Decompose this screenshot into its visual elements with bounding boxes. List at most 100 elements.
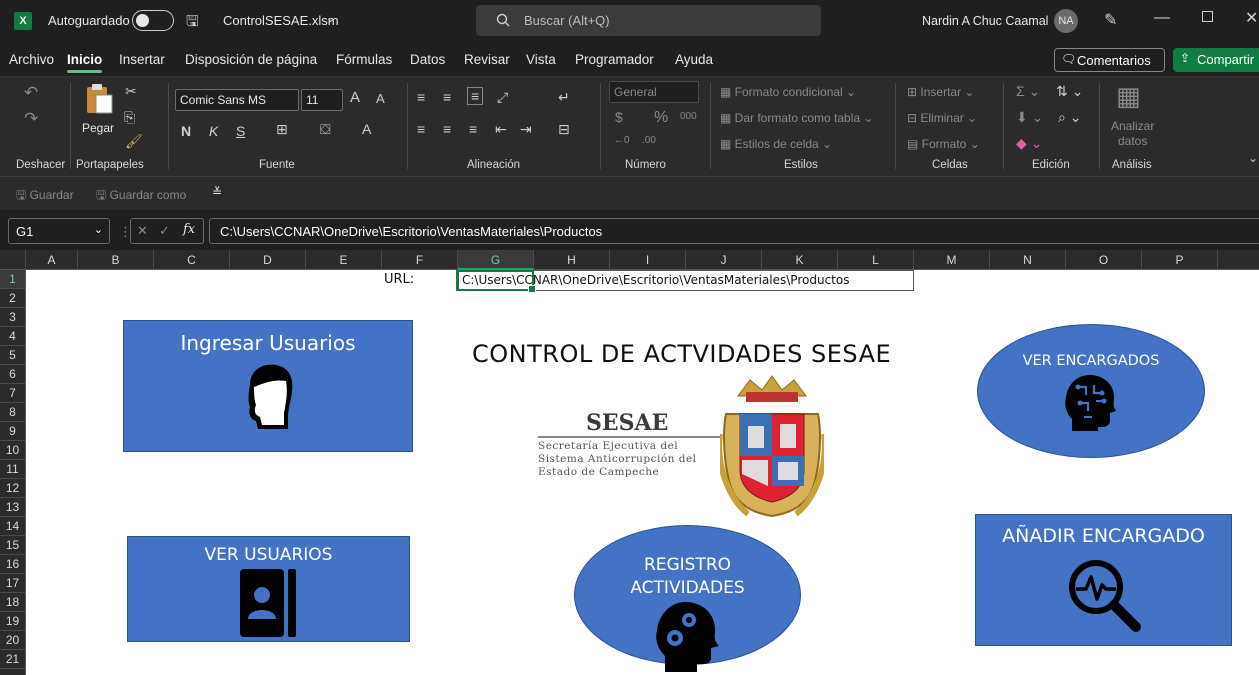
view-users-button[interactable]: VER USUARIOS	[127, 536, 410, 642]
autosum-icon[interactable]: Σ ⌄	[1016, 83, 1040, 100]
undo-icon[interactable]: ↶	[24, 83, 38, 103]
row-header[interactable]: 7	[0, 384, 25, 403]
column-header[interactable]: E	[306, 250, 382, 270]
tab-datos[interactable]: Datos	[410, 52, 445, 67]
analyze-data-label[interactable]: Analizar	[1111, 119, 1154, 133]
row-header[interactable]: 17	[0, 574, 25, 593]
align-center-icon[interactable]: ≡	[443, 121, 451, 137]
align-top-icon[interactable]: ≡	[417, 89, 425, 105]
column-header[interactable]: O	[1066, 250, 1142, 270]
cell-styles-button[interactable]: ▦ Estilos de celda ⌄	[720, 137, 832, 151]
format-painter-icon[interactable]: 🖌	[125, 133, 143, 150]
row-header[interactable]: 3	[0, 308, 25, 327]
thousands-icon[interactable]: 000	[680, 111, 697, 122]
row-header[interactable]: 19	[0, 612, 25, 631]
row-header[interactable]: 8	[0, 403, 25, 422]
grow-font-icon[interactable]: A	[350, 89, 360, 106]
search-box[interactable]: Buscar (Alt+Q)	[476, 5, 821, 36]
qat-save-as-button[interactable]: 🖫 Guardar como	[96, 186, 186, 207]
bold-button[interactable]: N	[181, 123, 191, 139]
currency-icon[interactable]: $	[615, 109, 623, 125]
increase-indent-icon[interactable]: ⇥	[520, 121, 532, 138]
add-users-button[interactable]: Ingresar Usuarios	[123, 320, 413, 452]
column-header-selected[interactable]: G	[458, 250, 534, 270]
paste-label[interactable]: Pegar	[82, 121, 114, 135]
save-icon[interactable]: 🖫	[186, 11, 199, 36]
row-header[interactable]: 6	[0, 365, 25, 384]
tab-archivo[interactable]: Archivo	[9, 52, 54, 67]
share-button[interactable]: ⇪ Compartir	[1173, 48, 1259, 72]
filename[interactable]: ControlSESAE.xlsm	[223, 13, 339, 28]
decrease-indent-icon[interactable]: ⇤	[495, 121, 507, 138]
font-color-icon[interactable]: A	[362, 121, 371, 137]
copy-icon[interactable]: ⎘	[124, 109, 135, 126]
clear-icon[interactable]: ◆ ⌄	[1016, 135, 1042, 152]
cut-icon[interactable]: ✂	[125, 83, 137, 100]
orientation-icon[interactable]: ⤢	[497, 89, 508, 106]
column-header[interactable]: J	[686, 250, 762, 270]
tab-vista[interactable]: Vista	[526, 52, 556, 67]
row-header[interactable]: 13	[0, 498, 25, 517]
percent-icon[interactable]: %	[654, 109, 668, 127]
insert-cells-button[interactable]: ⊞ Insertar ⌄	[907, 85, 974, 99]
column-header[interactable]: D	[230, 250, 306, 270]
tab-disposicion[interactable]: Disposición de página	[185, 52, 317, 67]
row-header[interactable]: 20	[0, 631, 25, 650]
tab-revisar[interactable]: Revisar	[464, 52, 510, 67]
increase-decimal-icon[interactable]: ←0	[614, 135, 630, 146]
format-cells-button[interactable]: ▤ Formato ⌄	[907, 137, 980, 151]
conditional-format-button[interactable]: ▦ Formato condicional ⌄	[720, 85, 856, 99]
tab-inicio[interactable]: Inicio	[67, 52, 103, 73]
row-header[interactable]: 10	[0, 441, 25, 460]
row-header[interactable]: 2	[0, 289, 25, 308]
tab-ayuda[interactable]: Ayuda	[675, 52, 713, 67]
font-size-select[interactable]: 11	[301, 89, 343, 111]
column-header[interactable]: M	[914, 250, 990, 270]
column-header[interactable]: F	[382, 250, 458, 270]
delete-cells-button[interactable]: ⊟ Eliminar ⌄	[907, 111, 977, 125]
wrap-text-icon[interactable]: ↵	[558, 89, 570, 106]
borders-icon[interactable]: ⊞	[276, 121, 288, 138]
qat-customize-icon[interactable]: ≚	[212, 185, 222, 199]
column-header[interactable]: C	[154, 250, 230, 270]
row-header[interactable]: 11	[0, 460, 25, 479]
qat-save-button[interactable]: 🖫 Guardar	[16, 186, 74, 207]
name-box[interactable]: G1 ⌄	[8, 218, 110, 244]
add-manager-button[interactable]: AÑADIR ENCARGADO	[975, 514, 1232, 646]
italic-button[interactable]: K	[209, 123, 218, 139]
align-right-icon[interactable]: ≡	[469, 121, 477, 137]
avatar[interactable]: NA	[1054, 9, 1078, 33]
tab-programador[interactable]: Programador	[575, 52, 654, 67]
row-header[interactable]: 18	[0, 593, 25, 612]
find-icon[interactable]: ⌕ ⌄	[1058, 109, 1081, 126]
enter-icon[interactable]: ✓	[159, 223, 170, 239]
row-header[interactable]: 15	[0, 536, 25, 555]
tab-insertar[interactable]: Insertar	[119, 52, 165, 67]
merge-icon[interactable]: ⊟	[558, 121, 570, 138]
select-all-corner[interactable]	[0, 250, 26, 270]
worksheet[interactable]: URL: C:\Users\CCNAR\OneDrive\Escritorio\…	[26, 270, 1259, 675]
sort-filter-icon[interactable]: ⇅ ⌄	[1056, 83, 1083, 100]
chevron-down-icon[interactable]: ⌄	[326, 12, 335, 25]
formula-input[interactable]: C:\Users\CCNAR\OneDrive\Escritorio\Venta…	[209, 218, 1259, 244]
view-managers-button[interactable]: VER ENCARGADOS	[977, 324, 1205, 458]
column-header[interactable]: H	[534, 250, 610, 270]
fill-icon[interactable]: ⬇ ⌄	[1016, 109, 1043, 126]
row-header[interactable]: 21	[0, 650, 25, 669]
row-header[interactable]: 12	[0, 479, 25, 498]
column-header[interactable]: L	[838, 250, 914, 270]
decrease-decimal-icon[interactable]: .00	[642, 135, 656, 146]
column-header[interactable]: I	[610, 250, 686, 270]
column-header[interactable]: A	[26, 250, 78, 270]
cancel-icon[interactable]: ✕	[137, 223, 148, 239]
tab-formulas[interactable]: Fórmulas	[336, 52, 392, 67]
number-format-select[interactable]: General	[609, 81, 699, 103]
format-as-table-button[interactable]: ▦ Dar formato como tabla ⌄	[720, 111, 873, 125]
pen-icon[interactable]: ✎	[1104, 10, 1117, 30]
align-bottom-icon[interactable]: ≡	[467, 87, 484, 105]
close-icon[interactable]: ✕	[1245, 8, 1258, 28]
restore-icon[interactable]	[1202, 11, 1213, 22]
paste-icon[interactable]	[84, 83, 114, 115]
align-left-icon[interactable]: ≡	[417, 121, 425, 137]
comments-button[interactable]: 🗨 Comentarios	[1054, 48, 1165, 72]
